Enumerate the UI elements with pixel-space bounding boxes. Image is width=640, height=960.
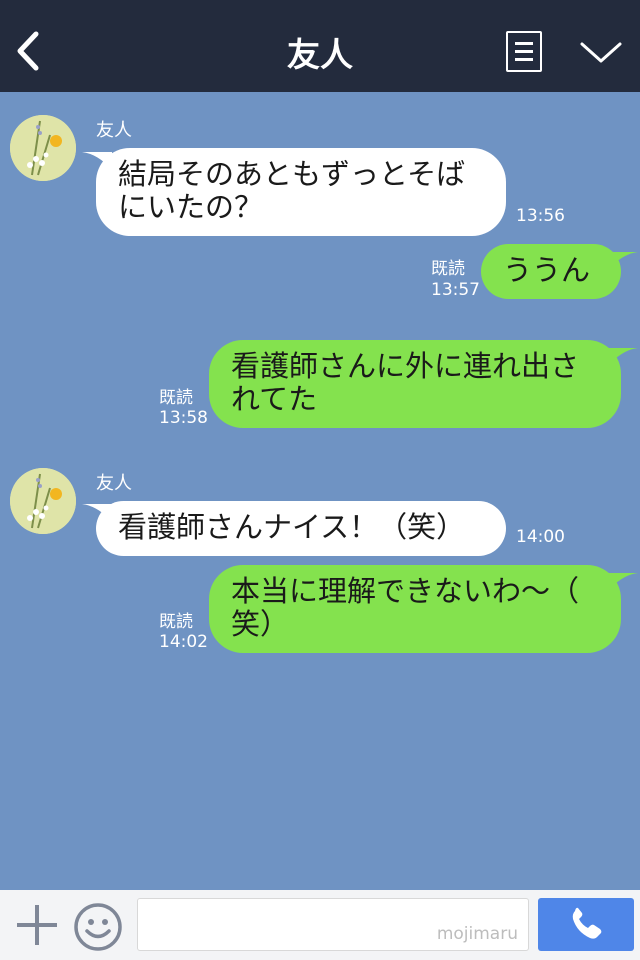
message-text: 結局そのあともずっとそば bbox=[118, 157, 466, 191]
message-time: 13:56 bbox=[516, 206, 565, 226]
friend-avatar[interactable] bbox=[10, 468, 76, 534]
bubble-tail bbox=[608, 348, 638, 366]
message-text: れてた bbox=[231, 382, 318, 416]
bubble-tail bbox=[608, 252, 638, 270]
read-receipt: 既読 bbox=[159, 388, 193, 408]
message-bubble[interactable]: 結局そのあともずっとそば にいたの？ bbox=[96, 148, 506, 236]
emoji-button[interactable] bbox=[73, 902, 123, 952]
watermark-text: mojimaru bbox=[436, 924, 518, 944]
call-button[interactable] bbox=[538, 898, 634, 951]
read-receipt: 既読 bbox=[159, 612, 193, 632]
sender-name: 友人 bbox=[96, 120, 132, 141]
message-text: 笑） bbox=[231, 607, 290, 641]
chevron-down-icon bbox=[580, 42, 622, 63]
smiley-icon bbox=[74, 903, 122, 951]
add-button[interactable] bbox=[14, 902, 60, 948]
message-text: 看護師さんナイス！（笑） bbox=[118, 510, 466, 544]
message-input[interactable]: mojimaru bbox=[137, 898, 529, 951]
message-bubble[interactable]: ううん bbox=[481, 244, 621, 299]
menu-button[interactable] bbox=[506, 31, 542, 72]
chat-title: 友人 bbox=[287, 35, 353, 74]
message-text: ううん bbox=[503, 253, 591, 287]
message-bubble[interactable]: 看護師さんナイス！（笑） bbox=[96, 501, 506, 556]
message-list[interactable]: 友人 結局そのあともずっとそば にいたの？ 13:56 既読 13:57 ううん… bbox=[0, 92, 640, 890]
composer-bar: mojimaru bbox=[0, 890, 640, 960]
read-receipt: 既読 bbox=[431, 259, 465, 279]
plus-icon bbox=[17, 905, 57, 945]
chat-header: 友人 bbox=[0, 0, 640, 92]
message-time: 13:58 bbox=[159, 408, 208, 428]
collapse-button[interactable] bbox=[579, 36, 623, 66]
message-time: 14:02 bbox=[159, 632, 208, 652]
message-bubble[interactable]: 本当に理解できないわ〜（ 笑） bbox=[209, 565, 621, 653]
message-time: 14:00 bbox=[516, 527, 565, 547]
message-time: 13:57 bbox=[431, 280, 480, 300]
sender-name: 友人 bbox=[96, 473, 132, 494]
menu-list-icon bbox=[515, 42, 533, 45]
friend-avatar[interactable] bbox=[10, 115, 76, 181]
message-text: 看護師さんに外に連れ出さ bbox=[231, 349, 580, 383]
message-bubble[interactable]: 看護師さんに外に連れ出さ れてた bbox=[209, 340, 621, 428]
message-text: 本当に理解できないわ〜（ bbox=[231, 574, 580, 608]
message-text: にいたの？ bbox=[118, 190, 264, 224]
phone-icon bbox=[572, 907, 602, 939]
bubble-tail bbox=[608, 573, 638, 591]
